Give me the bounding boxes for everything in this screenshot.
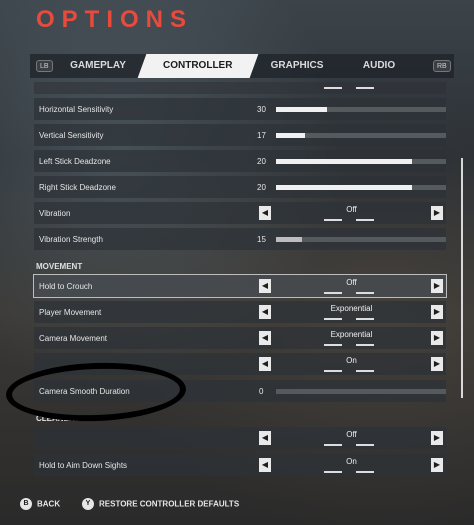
rb-bumper-icon[interactable]: RB (433, 60, 451, 72)
setting-value: 0 (259, 387, 264, 396)
b-button-icon: B (20, 498, 32, 510)
slider-fill (276, 133, 305, 138)
partial-row (34, 82, 446, 94)
tab-controller-label: CONTROLLER (163, 60, 233, 71)
slider-track[interactable] (276, 133, 446, 138)
setting-hold-to-aim[interactable]: Hold to Aim Down Sights ◀ On ▶ (34, 454, 446, 476)
right-arrow-icon[interactable]: ▶ (431, 357, 443, 371)
setting-vertical-sensitivity[interactable]: Vertical Sensitivity 17 (34, 124, 446, 146)
lb-bumper-icon[interactable]: LB (36, 60, 53, 72)
section-header-movement: MOVEMENT (36, 262, 83, 271)
setting-value: 17 (257, 131, 266, 140)
left-arrow-icon[interactable]: ◀ (259, 206, 271, 220)
value-indicator (324, 318, 374, 320)
value-indicator (324, 219, 374, 221)
slider-fill (276, 107, 327, 112)
tab-gameplay[interactable]: GAMEPLAY (62, 54, 134, 78)
right-arrow-icon[interactable]: ▶ (431, 431, 443, 445)
slider-track[interactable] (276, 185, 446, 190)
value-indicator (324, 471, 374, 473)
right-arrow-icon[interactable]: ▶ (431, 305, 443, 319)
value-indicator (324, 87, 374, 89)
setting-value: Off (346, 430, 357, 439)
setting-value: On (346, 457, 357, 466)
y-button-icon: Y (82, 498, 94, 510)
value-indicator (324, 444, 374, 446)
setting-value: On (346, 356, 357, 365)
tab-audio[interactable]: AUDIO (340, 54, 418, 78)
left-arrow-icon[interactable]: ◀ (259, 458, 271, 472)
tab-controller[interactable]: CONTROLLER (137, 54, 259, 78)
left-arrow-icon[interactable]: ◀ (259, 279, 271, 293)
slider-track[interactable] (276, 237, 446, 242)
left-arrow-icon[interactable]: ◀ (259, 431, 271, 445)
setting-value: 15 (257, 235, 266, 244)
left-arrow-icon[interactable]: ◀ (259, 331, 271, 345)
setting-camera-movement[interactable]: Camera Movement ◀ Exponential ▶ (34, 327, 446, 349)
setting-label: Vibration Strength (39, 235, 103, 244)
setting-player-movement[interactable]: Player Movement ◀ Exponential ▶ (34, 301, 446, 323)
setting-hold-to-crouch[interactable]: Hold to Crouch ◀ Off ▶ (33, 274, 447, 298)
right-arrow-icon[interactable]: ▶ (431, 206, 443, 220)
setting-vibration-strength[interactable]: Vibration Strength 15 (34, 228, 446, 250)
setting-label: Vibration (39, 209, 71, 218)
restore-defaults-action[interactable]: Y RESTORE CONTROLLER DEFAULTS (82, 498, 239, 510)
slider-track[interactable] (276, 389, 446, 394)
setting-value: Off (346, 205, 357, 214)
setting-value: 20 (257, 157, 266, 166)
left-arrow-icon[interactable]: ◀ (259, 357, 271, 371)
setting-label: Camera Movement (39, 334, 108, 343)
value-indicator (324, 370, 374, 372)
setting-label: Right Stick Deadzone (39, 183, 116, 192)
setting-cleaners-toggle[interactable]: ◀ Off ▶ (34, 427, 446, 449)
back-action[interactable]: B BACK (20, 498, 60, 510)
setting-value: 20 (257, 183, 266, 192)
right-arrow-icon[interactable]: ▶ (431, 279, 443, 293)
value-indicator (324, 292, 374, 294)
slider-fill (276, 159, 412, 164)
hand-drawn-circle-annotation (5, 359, 187, 425)
right-arrow-icon[interactable]: ▶ (431, 331, 443, 345)
setting-value: Exponential (330, 330, 373, 339)
scrollbar[interactable] (461, 158, 463, 398)
setting-value: Off (346, 278, 357, 287)
right-arrow-icon[interactable]: ▶ (431, 458, 443, 472)
setting-left-stick-deadzone[interactable]: Left Stick Deadzone 20 (34, 150, 446, 172)
tab-graphics[interactable]: GRAPHICS (258, 54, 336, 78)
setting-label: Hold to Aim Down Sights (39, 461, 128, 470)
setting-label: Left Stick Deadzone (39, 157, 111, 166)
slider-fill (276, 185, 412, 190)
setting-vibration[interactable]: Vibration ◀ Off ▶ (34, 202, 446, 224)
page-title: OPTIONS (36, 6, 194, 33)
setting-value: 30 (257, 105, 266, 114)
left-arrow-icon[interactable]: ◀ (259, 305, 271, 319)
setting-right-stick-deadzone[interactable]: Right Stick Deadzone 20 (34, 176, 446, 198)
restore-defaults-label: RESTORE CONTROLLER DEFAULTS (99, 499, 240, 509)
setting-label: Vertical Sensitivity (39, 131, 104, 140)
value-indicator (324, 344, 374, 346)
slider-track[interactable] (276, 159, 446, 164)
back-label: BACK (37, 499, 61, 509)
setting-value: Exponential (330, 304, 373, 313)
setting-horizontal-sensitivity[interactable]: Horizontal Sensitivity 30 (34, 98, 446, 120)
setting-label: Player Movement (39, 308, 102, 317)
slider-fill (276, 237, 302, 242)
setting-label: Horizontal Sensitivity (39, 105, 114, 114)
slider-track[interactable] (276, 107, 446, 112)
setting-label: Hold to Crouch (39, 282, 93, 291)
